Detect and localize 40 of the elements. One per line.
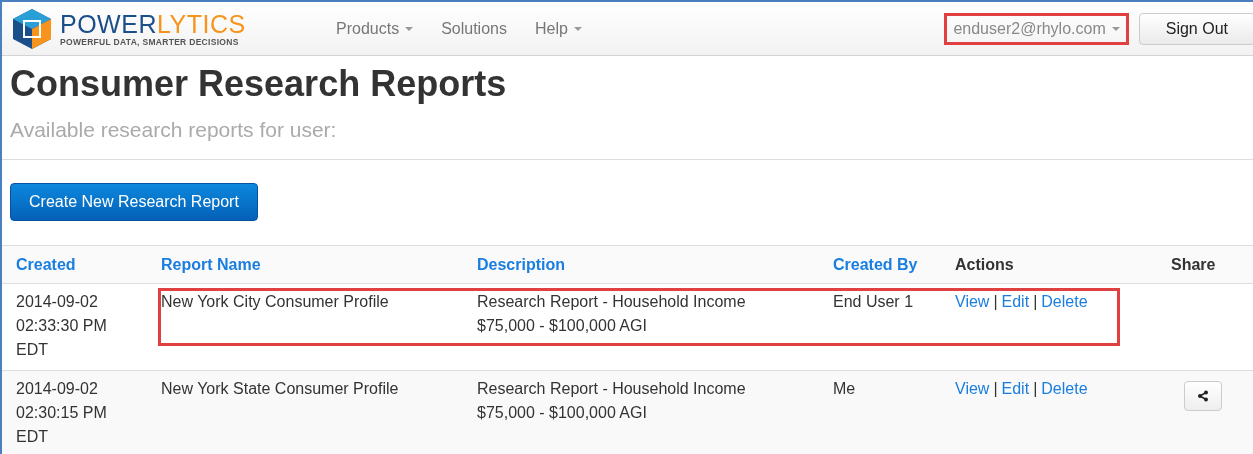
separator: | [993,380,998,397]
report-name-cell: New York City Consumer Profile [161,293,389,310]
nav-menu-item[interactable]: Solutions [441,19,507,38]
create-report-button[interactable]: Create New Research Report [10,183,258,221]
created-cell-text: 2014-09-02 02:30:15 PM EDT [16,379,108,447]
caret-icon [573,26,582,31]
action-link[interactable]: Delete [1041,293,1088,310]
caret-icon [1111,26,1120,31]
brand-tagline: POWERFUL DATA, SMARTER DECISIONS [60,36,240,47]
created-by-cell: End User 1 [833,293,914,310]
action-link[interactable]: Edit [1001,293,1030,310]
action-link[interactable]: View [955,380,990,397]
action-link[interactable]: Edit [1001,380,1030,397]
nav-menu-item[interactable]: Products [336,19,414,38]
column-header[interactable]: Created [2,255,147,274]
column-header: Actions [954,255,1015,274]
share-button[interactable] [1184,381,1222,411]
separator: | [993,293,998,310]
caret-icon [405,26,414,31]
column-header[interactable]: Report Name [147,255,463,274]
user-menu[interactable]: enduser2@rhylo.com [944,12,1129,45]
brand-name: POWERLYTICS [60,10,246,37]
action-link[interactable]: View [955,293,990,310]
cube-logo-icon [12,7,52,50]
column-header: Share [1170,255,1217,274]
action-link[interactable]: Delete [1041,380,1088,397]
created-by-cell: Me [833,380,856,397]
description-cell-text: Research Report - Household Income $75,000 - $100,000 AGI [477,292,747,336]
share-icon [1197,390,1209,402]
column-header[interactable]: Created By [819,255,941,274]
page-subtitle: Available research reports for user: [10,118,338,142]
sign-out-button[interactable]: Sign Out [1138,12,1253,45]
page-title: Consumer Research Reports [10,62,508,106]
created-cell-text: 2014-09-02 02:33:30 PM EDT [16,292,108,360]
separator: | [1033,293,1038,310]
separator: | [1033,380,1038,397]
nav-menu-item[interactable]: Help [534,19,582,38]
description-cell-text: Research Report - Household Income $75,000 - $100,000 AGI [477,379,747,423]
column-header[interactable]: Description [463,255,819,274]
report-name-cell: New York State Consumer Profile [161,380,399,397]
